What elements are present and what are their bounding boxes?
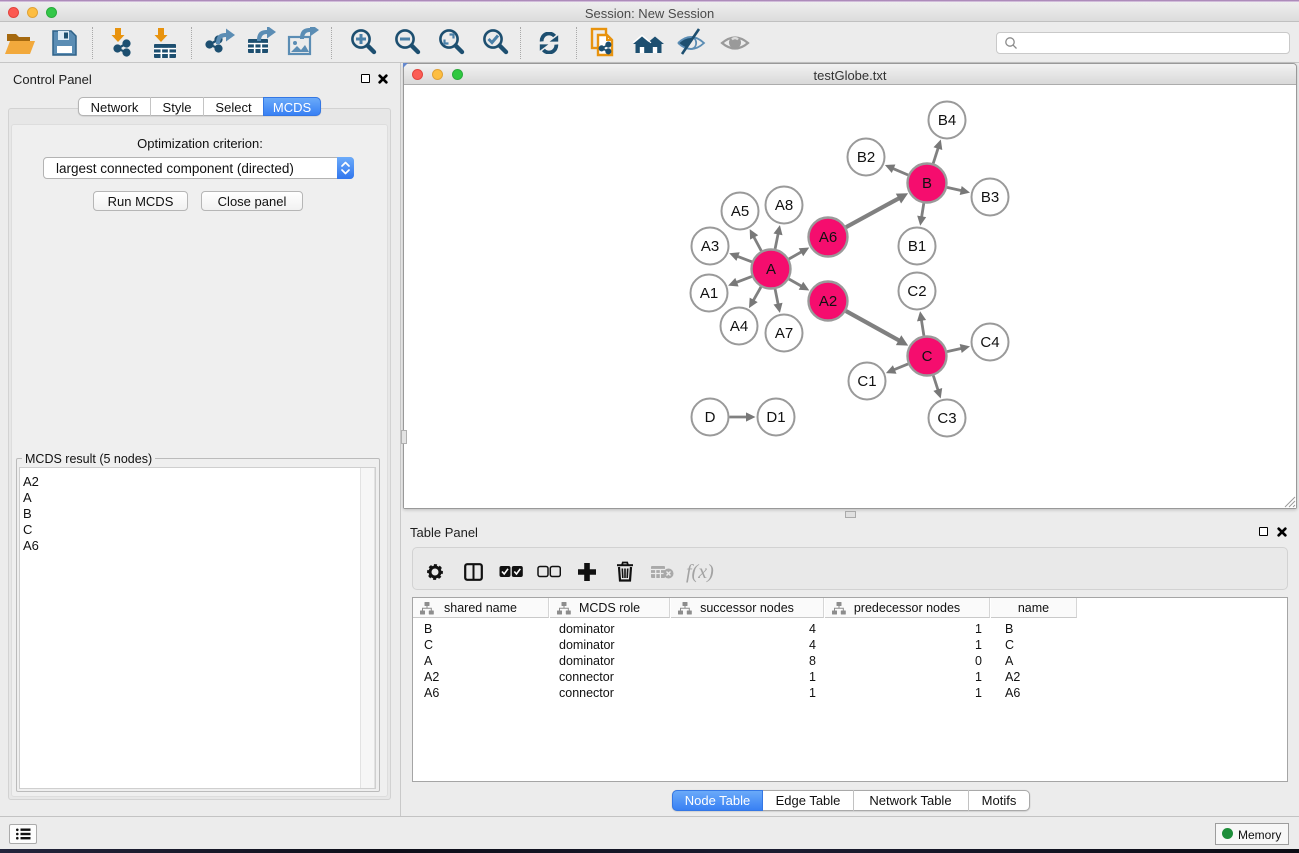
svg-text:C4: C4 — [980, 334, 999, 351]
svg-text:C2: C2 — [907, 283, 926, 300]
svg-text:B1: B1 — [908, 238, 926, 255]
svg-text:A: A — [766, 261, 776, 278]
svg-text:D1: D1 — [766, 409, 785, 426]
svg-text:D: D — [705, 409, 716, 426]
svg-text:B: B — [922, 175, 932, 192]
svg-text:B4: B4 — [938, 112, 956, 129]
svg-text:C1: C1 — [857, 373, 876, 390]
svg-text:A2: A2 — [819, 293, 837, 310]
svg-text:B3: B3 — [981, 189, 999, 206]
svg-text:A3: A3 — [701, 238, 719, 255]
svg-text:C: C — [922, 348, 933, 365]
svg-text:A1: A1 — [700, 285, 718, 302]
svg-text:A6: A6 — [819, 229, 837, 246]
svg-text:A4: A4 — [730, 318, 748, 335]
svg-text:A5: A5 — [731, 203, 749, 220]
svg-text:A8: A8 — [775, 197, 793, 214]
svg-text:C3: C3 — [937, 410, 956, 427]
svg-text:A7: A7 — [775, 325, 793, 342]
svg-text:B2: B2 — [857, 149, 875, 166]
